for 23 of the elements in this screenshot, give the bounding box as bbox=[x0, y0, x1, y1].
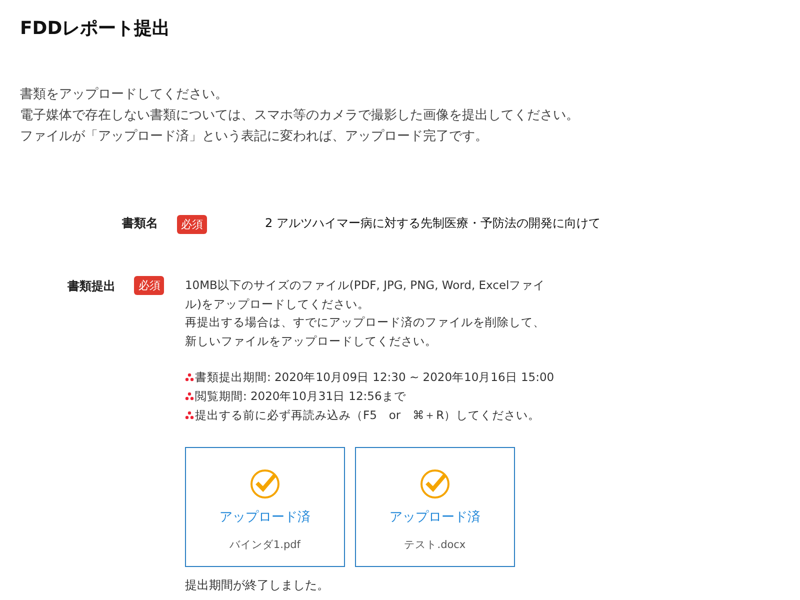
field-label: 書類提出 bbox=[66, 278, 116, 295]
file-card[interactable]: アップロード済 バインダ1.pdf bbox=[184, 447, 345, 567]
instruction-text: 再提出する場合は、すでにアップロード済のファイルを削除して、新しいファイルをアップロードしてください。 bbox=[184, 314, 546, 350]
required-badge: 必須 bbox=[177, 215, 207, 234]
intro-text: ファイルが「アップロード済」という表記に変われば、アップロード完了です。 bbox=[20, 128, 489, 146]
required-badge: 必須 bbox=[134, 276, 164, 295]
page-title: FDDレポート提出 bbox=[20, 17, 172, 40]
note-text: 提出する前に必ず再読み込み（F5 or ⌘＋R）してください。 bbox=[194, 407, 540, 424]
instruction-text: 10MB以下のサイズのファイル(PDF, JPG, PNG, Word, Excelファイル)をアップロードしてください。 bbox=[184, 277, 546, 312]
period-ended-text: 提出期間が終了しました。 bbox=[184, 577, 330, 594]
file-card[interactable]: アップロード済 テスト.docx bbox=[354, 447, 515, 567]
file-name: バインダ1.pdf bbox=[229, 538, 300, 552]
field-value: 2 アルツハイマー病に対する先制医療・予防法の開発に向けて bbox=[264, 215, 600, 232]
upload-status: アップロード済 bbox=[219, 509, 310, 526]
upload-status: アップロード済 bbox=[389, 509, 480, 526]
intro-text: 電子媒体で存在しない書類については、スマホ等のカメラで撮影した画像を提出してください。 bbox=[20, 107, 580, 125]
check-circle-icon bbox=[248, 468, 281, 500]
file-name: テスト.docx bbox=[404, 538, 466, 552]
intro-text: 書類をアップロードしてください。 bbox=[20, 86, 229, 104]
field-label: 書類名 bbox=[121, 215, 158, 232]
check-circle-icon bbox=[418, 468, 451, 500]
note-text: 閲覧期間: 2020年10月31日 12:56まで bbox=[194, 388, 406, 405]
note-text: 書類提出期間: 2020年10月09日 12:30 ~ 2020年10月16日 15:00 bbox=[194, 369, 554, 386]
